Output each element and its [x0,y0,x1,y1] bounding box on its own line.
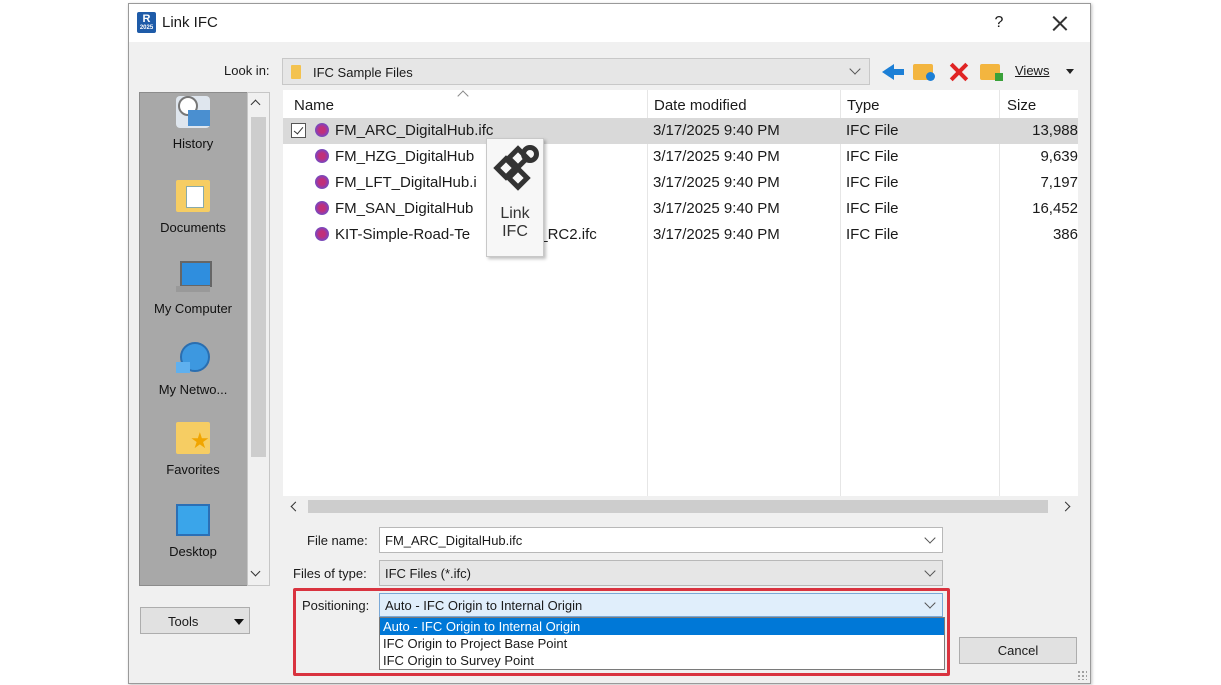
file-row[interactable]: KIT-Simple-Road-Te FC4x3_RC2.ifc 3/17/20… [283,222,1078,248]
callout-highlight-box [293,588,950,676]
file-type: IFC File [846,200,899,217]
back-arrow-icon[interactable] [882,60,906,84]
file-type: IFC File [846,174,899,191]
close-icon[interactable] [1043,8,1077,38]
file-name-label: File name: [307,533,368,548]
documents-icon [176,180,210,212]
ifc-file-icon [315,227,329,241]
horizontal-scrollbar[interactable] [283,496,1078,518]
cancel-button[interactable]: Cancel [959,637,1077,664]
file-name-value: FM_ARC_DigitalHub.ifc [385,533,523,548]
file-row[interactable]: FM_HZG_DigitalHub 3/17/2025 9:40 PM IFC … [283,144,1078,170]
places-scrollbar[interactable] [247,92,270,586]
scroll-down-icon[interactable] [250,566,261,577]
files-of-type-value: IFC Files (*.ifc) [385,566,471,581]
tools-label: Tools [168,614,199,629]
ifc-file-icon [315,175,329,189]
file-date: 3/17/2025 9:40 PM [653,122,780,139]
scrollbar-thumb[interactable] [251,117,266,457]
column-header-date[interactable]: Date modified [654,97,747,114]
place-label: My Computer [153,301,233,316]
network-icon [176,342,210,374]
file-name: FM_ARC_DigitalHub.ifc [335,122,494,139]
look-in-value: IFC Sample Files [313,65,413,80]
link-ifc-dialog: R 2025 Link IFC ? Look in: IFC Sample Fil… [128,3,1091,684]
scroll-right-icon[interactable] [1060,501,1071,512]
folder-icon [291,65,301,79]
tooltip-line-1: Link [500,205,530,222]
file-name: KIT-Simple-Road-Te FC4x3_RC2.ifc [335,226,597,243]
file-size: 9,639 [1040,148,1078,165]
place-label: Desktop [169,544,217,559]
place-my-computer[interactable]: My Computer [139,261,247,316]
file-type: IFC File [846,226,899,243]
chevron-down-icon[interactable] [924,565,936,577]
scroll-up-icon[interactable] [250,99,261,110]
ifc-file-icon [315,201,329,215]
ifc-file-icon [315,149,329,163]
file-size: 386 [1052,226,1078,243]
link-ifc-logo-icon [491,141,543,201]
chevron-down-icon [849,63,861,75]
look-in-dropdown[interactable]: IFC Sample Files [282,58,870,85]
file-size: 16,452 [1032,200,1078,217]
dropdown-arrow-icon [234,619,244,625]
link-ifc-tooltip: Link IFC [486,138,544,257]
file-size: 7,197 [1040,174,1078,191]
place-documents[interactable]: Documents [139,180,247,235]
file-row[interactable]: FM_LFT_DigitalHub.i 3/17/2025 9:40 PM IF… [283,170,1078,196]
new-folder-icon[interactable] [980,60,1004,84]
my-computer-icon [176,261,212,293]
file-row[interactable]: FM_SAN_DigitalHub 3/17/2025 9:40 PM IFC … [283,196,1078,222]
file-type: IFC File [846,122,899,139]
scrollbar-thumb[interactable] [308,500,1048,513]
revit-app-icon: R 2025 [137,12,156,33]
place-history[interactable]: History [139,96,247,151]
place-label: Documents [160,220,226,235]
file-date: 3/17/2025 9:40 PM [653,174,780,191]
help-button[interactable]: ? [984,10,1014,36]
files-of-type-label: Files of type: [293,566,367,581]
file-name: FM_LFT_DigitalHub.i [335,174,477,191]
file-date: 3/17/2025 9:40 PM [653,226,780,243]
look-in-label: Look in: [224,63,270,78]
scroll-left-icon[interactable] [290,501,301,512]
desktop-icon [176,504,210,536]
tooltip-line-2: IFC [502,223,528,240]
chevron-down-icon[interactable] [924,532,936,544]
favorites-icon [176,422,210,454]
ifc-file-icon [315,123,329,137]
files-of-type-select[interactable]: IFC Files (*.ifc) [379,560,943,586]
place-label: My Netwo... [158,382,228,397]
file-name-input[interactable]: FM_ARC_DigitalHub.ifc [379,527,943,553]
checkbox-icon[interactable] [291,123,306,138]
tools-button[interactable]: Tools [140,607,250,634]
place-desktop[interactable]: Desktop [139,504,247,559]
file-row[interactable]: FM_ARC_DigitalHub.ifc 3/17/2025 9:40 PM … [283,118,1078,144]
column-header-size[interactable]: Size [1007,97,1036,114]
file-date: 3/17/2025 9:40 PM [653,200,780,217]
file-date: 3/17/2025 9:40 PM [653,148,780,165]
place-label: Favorites [166,462,220,477]
place-label: History [172,136,214,151]
history-icon [176,96,210,128]
file-size: 13,988 [1032,122,1078,139]
dialog-title: Link IFC [162,14,218,31]
column-header-type[interactable]: Type [847,97,880,114]
views-dropdown-arrow-icon[interactable] [1066,69,1074,74]
resize-grip-icon[interactable] [1077,670,1087,680]
file-name: FM_HZG_DigitalHub [335,148,475,165]
up-folder-icon[interactable] [913,60,937,84]
title-bar: R 2025 Link IFC ? [129,4,1090,42]
file-type: IFC File [846,148,899,165]
column-header-name[interactable]: Name [294,97,334,114]
delete-icon[interactable] [947,60,971,84]
place-favorites[interactable]: Favorites [139,422,247,477]
place-my-network[interactable]: My Netwo... [139,342,247,397]
views-button[interactable]: Views [1015,63,1049,78]
file-name: FM_SAN_DigitalHub [335,200,474,217]
